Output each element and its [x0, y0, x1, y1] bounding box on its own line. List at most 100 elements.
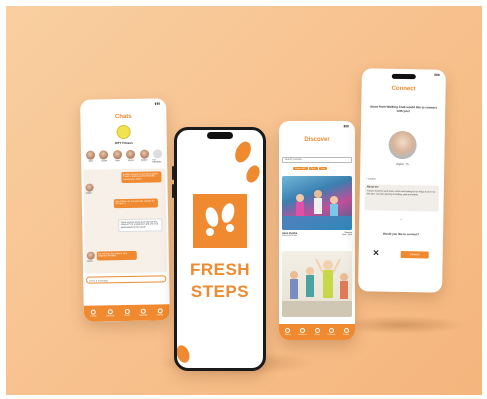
connect-question: Would you like to connect?	[382, 231, 420, 237]
phone-connect-screen: ▮▮▮ Connect Joyce from Walking Club woul…	[358, 68, 446, 293]
message-text: Is there anyone in the Slow Steps? There…	[122, 172, 159, 182]
avatar	[85, 183, 94, 192]
home-icon	[285, 328, 291, 333]
brand-name-line2: STEPS	[190, 282, 250, 301]
phone-discover-screen: ▮▮▮ Discover Search yourside... Fitness …	[279, 121, 355, 340]
filter-chips: Fitness (All) Cycle Yoga	[293, 167, 328, 170]
filter-chip[interactable]: Fitness (All)	[293, 167, 308, 170]
class-photo[interactable]	[282, 176, 352, 230]
nav-discover[interactable]: Discover	[298, 328, 307, 336]
chevron-down-icon[interactable]: ⌄	[359, 215, 443, 221]
message-bubble: Does anyone know how intense this class …	[118, 218, 163, 233]
nav-network[interactable]: Network	[327, 328, 335, 336]
connect-prompt: Joyce from Walking Club would like to co…	[369, 104, 437, 114]
signal-icon: ▮▮▮	[343, 124, 349, 128]
signal-icon: ▮▮▮	[154, 101, 161, 106]
brand-name-line1: FRESH	[189, 260, 251, 279]
nav-home[interactable]: Home	[285, 328, 291, 336]
status-bar: ▮▮▮	[86, 101, 161, 107]
class-time: Monday 3pm - 4pm	[342, 232, 352, 236]
about-section: About me I've just moved to south east L…	[364, 184, 439, 212]
chat-icon	[314, 328, 320, 333]
location: ⌖ London	[366, 178, 376, 180]
profile-icon	[343, 328, 349, 333]
network-icon	[140, 308, 146, 314]
class-card-info[interactable]: Aqua Zumba Forest Hill Pools Monday 3pm -…	[282, 232, 352, 242]
dynamic-island	[391, 73, 416, 80]
nav-label: Profile	[156, 314, 164, 317]
footprints-decoration	[177, 141, 260, 363]
avatar	[139, 149, 149, 159]
phone-splash-screen: FRESH STEPS	[174, 127, 266, 371]
filter-chip[interactable]: Cycle	[308, 167, 318, 170]
group-logo	[116, 124, 131, 140]
page-title: Chats	[114, 113, 132, 121]
profile-icon	[157, 308, 163, 314]
search-icon	[107, 309, 113, 315]
decline-button[interactable]: ✕	[373, 249, 380, 258]
search-input[interactable]: Search yourside...	[282, 157, 352, 163]
message-text: Hey Claire, we can just ride outside for…	[115, 199, 155, 206]
nav-label: Profile	[343, 334, 350, 336]
message-bubble: Do not fear, the class is very beginner …	[96, 250, 137, 261]
bottom-nav: Home Discover Chats Network Profile	[83, 304, 170, 322]
nav-label: Network	[139, 314, 148, 317]
seniors-exercise-illustration	[282, 258, 352, 317]
filter-chip[interactable]: Yoga	[318, 167, 328, 170]
status-bar: ▮▮▮	[285, 124, 349, 129]
avatar	[112, 150, 122, 160]
member-item[interactable]: Joyce	[125, 149, 136, 164]
chat-messages[interactable]: Is there anyone in the Slow Steps? There…	[83, 168, 168, 274]
fresh-steps-logo	[193, 194, 247, 248]
message-bubble: Is there anyone in the Slow Steps? There…	[121, 171, 162, 184]
avatar	[86, 251, 95, 260]
nav-discover[interactable]: Discover	[106, 309, 115, 317]
nav-label: Chats	[314, 334, 320, 336]
group-name: WTT Fitness	[114, 140, 133, 146]
phone-chats-screen: ▮▮▮ Chats WTT Fitness John Claire John J…	[80, 98, 170, 322]
nav-profile[interactable]: Profile	[343, 328, 349, 336]
page-title: Discover	[304, 137, 330, 143]
search-icon	[299, 328, 305, 333]
avatar	[99, 150, 109, 160]
nav-label: Discover	[298, 334, 307, 336]
class-photo[interactable]	[282, 251, 352, 317]
class-hours: 3pm - 4pm	[342, 234, 352, 236]
nav-chats[interactable]: Chats	[124, 308, 130, 318]
avatar	[152, 149, 163, 159]
network-icon	[328, 328, 334, 333]
avatar	[126, 149, 136, 159]
member-item[interactable]: John	[112, 150, 123, 164]
footprints-icon	[205, 203, 235, 236]
message-sender: Joyce	[86, 260, 93, 263]
member-name: Joyce	[127, 159, 134, 162]
nav-home[interactable]: Home	[90, 309, 97, 318]
page-title: Connect	[391, 85, 416, 93]
connect-button[interactable]: Connect	[400, 250, 429, 259]
member-item[interactable]: John	[85, 150, 96, 164]
nav-label: Chats	[124, 314, 130, 318]
member-name: John	[115, 160, 120, 163]
about-text: I've just moved to south east London and…	[366, 190, 436, 196]
member-count: +37 members	[152, 159, 162, 164]
home-icon	[90, 309, 97, 315]
message-text: Do not fear, the class is very beginner …	[98, 252, 128, 258]
member-more[interactable]: +37 members	[152, 149, 163, 164]
nav-label: Home	[90, 315, 97, 318]
nav-network[interactable]: Network	[139, 308, 148, 317]
message-input[interactable]: Send a message	[86, 275, 167, 284]
member-name: Claire	[101, 160, 107, 163]
nav-profile[interactable]: Profile	[157, 308, 163, 316]
member-name: Naomi	[141, 159, 148, 162]
bottom-nav: Home Discover Chats Network Profile	[279, 324, 355, 340]
message-bubble: Hey Claire, we can just ride outside for…	[113, 198, 158, 208]
nav-label: Discover	[105, 315, 115, 318]
member-item[interactable]: Claire	[98, 150, 109, 164]
member-item[interactable]: Naomi	[139, 149, 150, 164]
member-name: John	[88, 160, 94, 163]
message-text: Does anyone know how intense this class …	[120, 220, 158, 230]
swimmers-illustration	[282, 190, 352, 230]
nav-chats[interactable]: Chats	[314, 328, 320, 336]
floor-shadow	[336, 316, 466, 334]
member-list: John Claire John Joyce Naomi +37 members	[85, 149, 163, 164]
